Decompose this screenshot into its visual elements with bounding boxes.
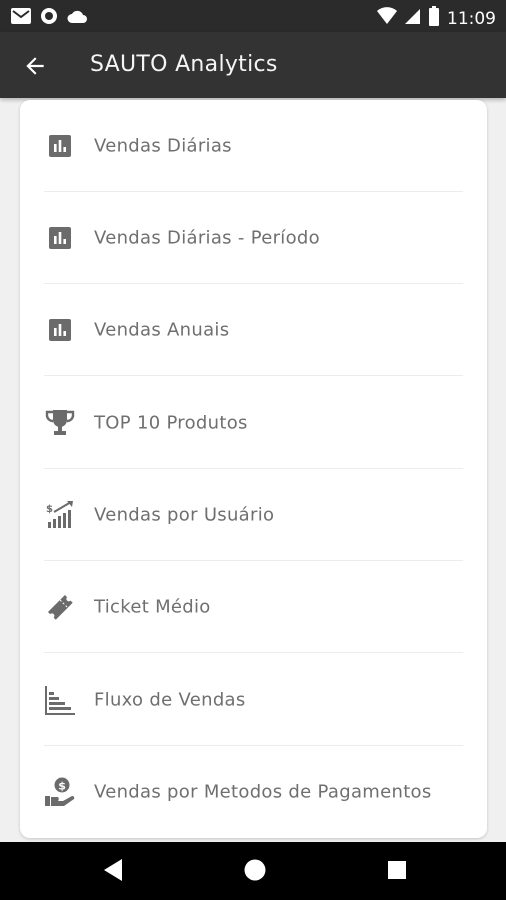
divider (44, 652, 463, 653)
back-triangle-icon[interactable] (102, 857, 124, 888)
status-bar-left (10, 7, 88, 30)
menu-item-ticket-medio[interactable]: Ticket Médio (44, 561, 463, 653)
menu-item-vendas-anuais[interactable]: Vendas Anuais (44, 284, 463, 376)
menu-item-fluxo-de-vendas[interactable]: Fluxo de Vendas (44, 654, 463, 746)
sales-growth-icon: $ (44, 499, 76, 531)
app-title: SAUTO Analytics (90, 52, 278, 77)
battery-icon (429, 6, 439, 31)
arrow-back-icon[interactable] (22, 53, 48, 79)
divider (44, 375, 463, 376)
trophy-icon (44, 407, 76, 439)
menu-item-label: Vendas Anuais (94, 319, 230, 341)
menu-item-top-10-produtos[interactable]: TOP 10 Produtos (44, 377, 463, 469)
cloud-icon (66, 8, 88, 29)
clock: 11:09 (447, 8, 496, 29)
status-bar-right: 11:09 (377, 6, 496, 31)
menu-item-vendas-por-metodos-de-pagamentos[interactable]: $ Vendas por Metodos de Pagamentos (44, 746, 463, 838)
gmail-icon (10, 7, 32, 30)
menu-item-label: TOP 10 Produtos (94, 412, 248, 434)
hand-money-icon: $ (44, 776, 76, 808)
status-bar: 11:09 (0, 0, 506, 32)
menu-item-label: Vendas Diárias (94, 135, 232, 157)
ticket-icon (44, 591, 76, 623)
bar-chart-icon (44, 130, 76, 162)
menu-item-vendas-diarias[interactable]: Vendas Diárias (44, 100, 463, 192)
menu-item-vendas-por-usuario[interactable]: $ Vendas por Usuário (44, 469, 463, 561)
bar-chart-icon (44, 222, 76, 254)
menu-item-label: Vendas Diárias - Período (94, 227, 320, 249)
menu-item-label: Vendas por Metodos de Pagamentos (94, 781, 432, 803)
recents-square-icon[interactable] (386, 857, 408, 888)
svg-text:$: $ (46, 504, 53, 515)
menu-item-label: Ticket Médio (94, 596, 211, 618)
menu-item-vendas-diarias-periodo[interactable]: Vendas Diárias - Período (44, 192, 463, 284)
circle-app-icon (40, 7, 58, 30)
menu-card: Vendas Diárias Vendas Diárias - Período … (20, 100, 487, 838)
bar-chart-icon (44, 314, 76, 346)
wifi-icon (377, 7, 397, 30)
menu-item-label: Vendas por Usuário (94, 504, 275, 526)
svg-text:$: $ (58, 780, 66, 793)
flow-chart-icon (44, 684, 76, 716)
system-nav-bar (0, 842, 506, 900)
signal-icon (405, 7, 421, 30)
app-bar: SAUTO Analytics (0, 32, 506, 98)
home-circle-icon[interactable] (243, 857, 267, 888)
menu-item-label: Fluxo de Vendas (94, 689, 246, 711)
